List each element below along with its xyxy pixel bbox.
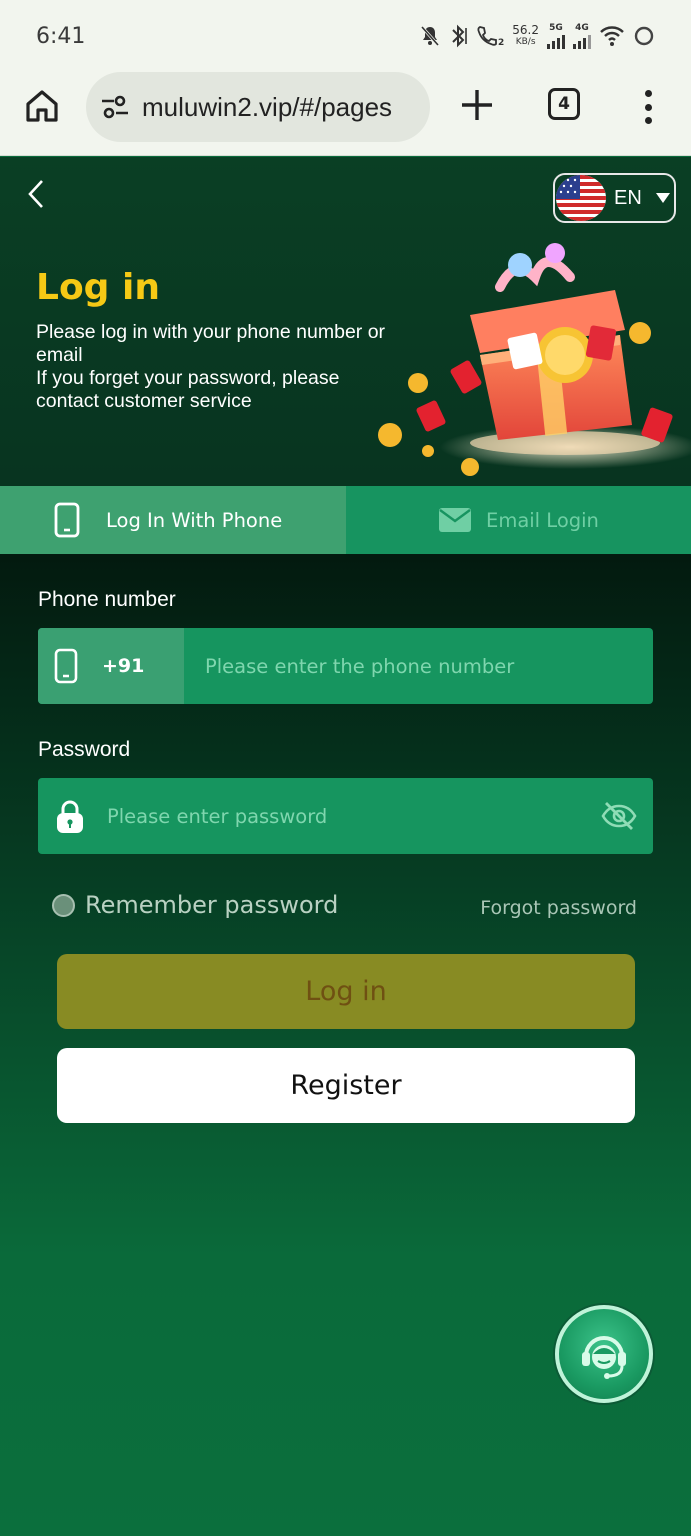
remember-radio[interactable]	[52, 893, 75, 917]
phone-input-group: +91 Please enter the phone number	[38, 628, 653, 704]
lock-icon	[57, 800, 83, 833]
network-2-label: 4G	[575, 23, 589, 33]
login-method-tabs: Log In With Phone Email Login	[0, 486, 691, 554]
hero-line-1: Please log in with your phone number or …	[36, 321, 386, 366]
signal-5g-icon: 5G	[547, 22, 565, 50]
browser-toolbar: muluwin2.vip/#/pages 4	[0, 72, 691, 156]
mute-bell-icon	[420, 22, 440, 50]
gift-box-illustration	[378, 243, 691, 476]
tab-email-label: Email Login	[486, 508, 599, 532]
phone-input[interactable]: Please enter the phone number	[205, 628, 514, 704]
address-bar[interactable]: muluwin2.vip/#/pages	[86, 72, 430, 142]
mail-icon	[439, 508, 471, 532]
plus-icon	[462, 90, 492, 120]
register-button[interactable]: Register	[57, 1048, 635, 1123]
password-input[interactable]: Please enter password	[107, 778, 327, 854]
url-text[interactable]: muluwin2.vip/#/pages	[142, 92, 392, 123]
hero-banner: EN Log in Please log in with your phone …	[0, 157, 691, 486]
page: EN Log in Please log in with your phone …	[0, 157, 691, 1536]
password-field-label: Password	[38, 738, 131, 761]
phone-icon	[54, 648, 78, 684]
battery-ring-icon	[633, 22, 655, 50]
language-selector[interactable]: EN	[553, 173, 676, 223]
caret-down-icon	[655, 193, 670, 203]
home-icon	[26, 90, 58, 122]
password-input-group: Please enter password	[38, 778, 653, 854]
headset-agent-icon	[582, 1336, 626, 1379]
country-code-selector[interactable]: +91	[38, 628, 184, 704]
status-time: 6:41	[36, 24, 86, 49]
more-menu-icon[interactable]	[638, 90, 658, 124]
tab-switcher-button[interactable]: 4	[548, 88, 580, 120]
call-sim-label: 2	[498, 38, 505, 48]
page-title: Log in	[36, 267, 160, 308]
home-button[interactable]	[22, 86, 64, 128]
status-bar: 6:41 2 56.2 KB/s 5G 4G	[0, 0, 691, 72]
bluetooth-icon	[448, 22, 468, 50]
call-icon: 2	[476, 22, 504, 50]
hero-description: Please log in with your phone number or …	[36, 321, 406, 413]
signal-4g-icon: 4G	[573, 22, 591, 50]
back-button[interactable]	[24, 177, 50, 211]
tab-phone-label: Log In With Phone	[106, 508, 283, 532]
site-settings-icon[interactable]	[100, 93, 130, 121]
login-button[interactable]: Log in	[57, 954, 635, 1029]
phone-field-label: Phone number	[38, 588, 176, 611]
phone-icon	[54, 502, 80, 538]
us-flag-icon	[556, 175, 606, 221]
remember-password-label: Remember password	[85, 891, 339, 919]
status-icons: 2 56.2 KB/s 5G 4G	[420, 22, 655, 50]
remember-password-toggle[interactable]: Remember password	[52, 891, 338, 919]
net-speed-unit: KB/s	[515, 37, 536, 47]
wifi-icon	[599, 22, 625, 50]
tab-email-login[interactable]: Email Login	[346, 486, 691, 554]
net-speed: 56.2 KB/s	[512, 22, 539, 50]
eye-off-icon[interactable]	[601, 800, 637, 832]
chevron-left-icon	[28, 180, 43, 208]
network-1-label: 5G	[549, 23, 563, 33]
customer-service-button[interactable]	[555, 1305, 653, 1403]
new-tab-button[interactable]	[458, 86, 496, 124]
language-label: EN	[614, 186, 642, 209]
forgot-password-link[interactable]: Forgot password	[480, 897, 637, 919]
hero-line-2: If you forget your password, please cont…	[36, 367, 340, 412]
tab-phone-login[interactable]: Log In With Phone	[0, 486, 346, 554]
net-speed-value: 56.2	[512, 23, 539, 37]
country-code: +91	[102, 655, 145, 677]
